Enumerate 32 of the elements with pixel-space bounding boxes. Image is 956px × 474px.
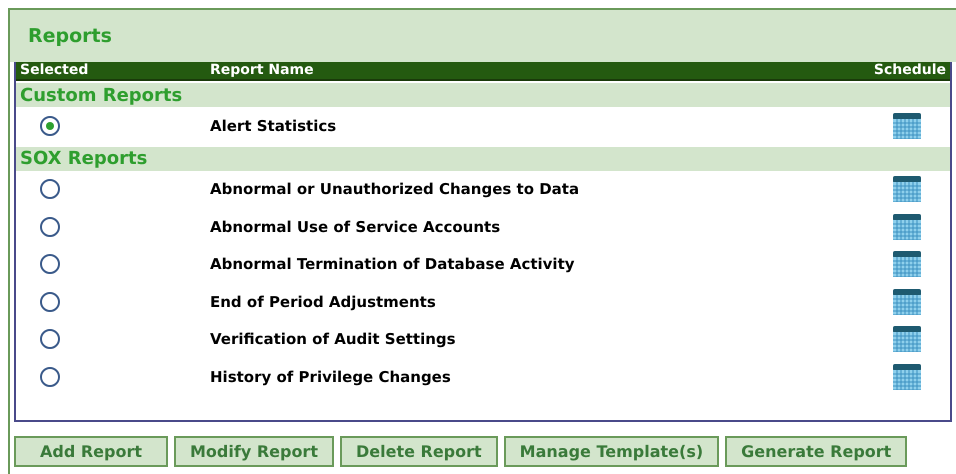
action-button[interactable]: Delete Report	[340, 436, 498, 467]
report-name: Abnormal or Unauthorized Changes to Data	[210, 179, 580, 200]
column-header: Schedule	[874, 61, 947, 80]
radio-button[interactable]	[40, 366, 60, 387]
radio-button[interactable]	[40, 329, 60, 350]
calendar-icon[interactable]	[893, 214, 921, 240]
calendar-icon[interactable]	[893, 176, 921, 202]
radio-button[interactable]	[40, 254, 60, 274]
report-name: History of Privilege Changes	[210, 366, 452, 388]
action-button[interactable]: Generate Report	[725, 436, 908, 467]
action-button[interactable]: Add Report	[14, 436, 168, 467]
calendar-icon[interactable]	[893, 112, 921, 139]
action-button[interactable]: Manage Template(s)	[504, 436, 720, 467]
radio-button[interactable]	[40, 216, 60, 237]
radio-button[interactable]	[40, 116, 60, 136]
report-name: Abnormal Termination of Database Activity	[210, 254, 576, 275]
report-name: End of Period Adjustments	[210, 292, 437, 312]
calendar-icon[interactable]	[893, 364, 921, 390]
report-name: Alert Statistics	[210, 116, 338, 136]
radio-button[interactable]	[40, 292, 60, 312]
calendar-icon[interactable]	[893, 326, 921, 352]
column-header: Report Name	[210, 61, 315, 80]
radio-button[interactable]	[40, 179, 60, 200]
action-button[interactable]: Modify Report	[174, 436, 334, 467]
panel-title: Reports	[28, 24, 112, 49]
calendar-icon[interactable]	[893, 288, 921, 315]
column-header: Selected	[19, 61, 90, 80]
report-name: Abnormal Use of Service Accounts	[210, 216, 502, 238]
calendar-icon[interactable]	[893, 251, 921, 278]
group-title: SOX Reports	[20, 147, 148, 171]
report-name: Verification of Audit Settings	[210, 329, 457, 350]
group-title: Custom Reports	[20, 84, 182, 108]
